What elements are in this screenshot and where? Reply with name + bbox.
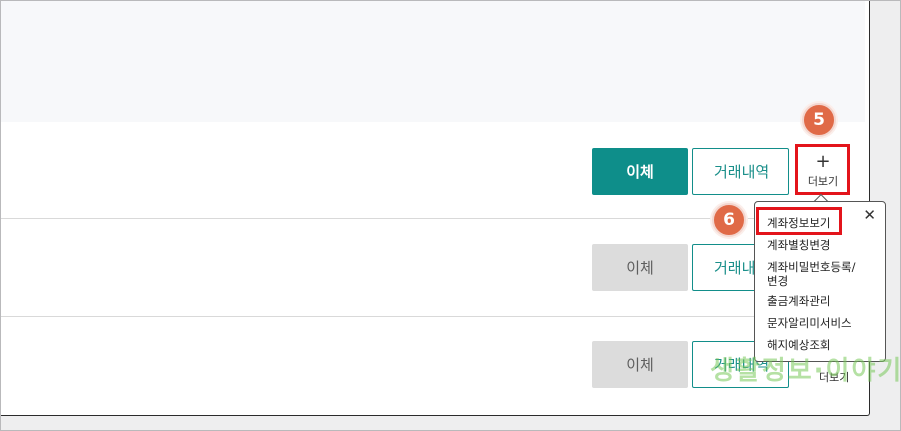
close-icon[interactable]: ✕	[863, 207, 876, 223]
row-divider	[1, 316, 865, 317]
menu-item-sms-service[interactable]: 문자알리미서비스	[767, 316, 852, 330]
more-button-highlight	[795, 144, 850, 195]
menu-item-withdrawal-account[interactable]: 출금계좌관리	[767, 294, 830, 308]
menu-item-account-nickname[interactable]: 계좌별칭변경	[767, 238, 830, 252]
step-6-badge: 6	[712, 203, 746, 237]
menu-item-termination-inquiry[interactable]: 해지예상조회	[767, 338, 830, 352]
menu-item-account-password[interactable]: 계좌비밀번호등록/ 변경	[767, 260, 856, 288]
transfer-button[interactable]: 이체	[592, 244, 688, 291]
transaction-history-button[interactable]: 거래내역	[692, 148, 789, 195]
summary-band	[1, 1, 865, 122]
step-5-badge: 5	[802, 103, 836, 137]
transfer-button[interactable]: 이체	[592, 148, 688, 195]
more-button-label[interactable]: 더보기	[819, 369, 849, 385]
menu-item-highlight	[756, 207, 842, 235]
transfer-button[interactable]: 이체	[592, 341, 688, 388]
